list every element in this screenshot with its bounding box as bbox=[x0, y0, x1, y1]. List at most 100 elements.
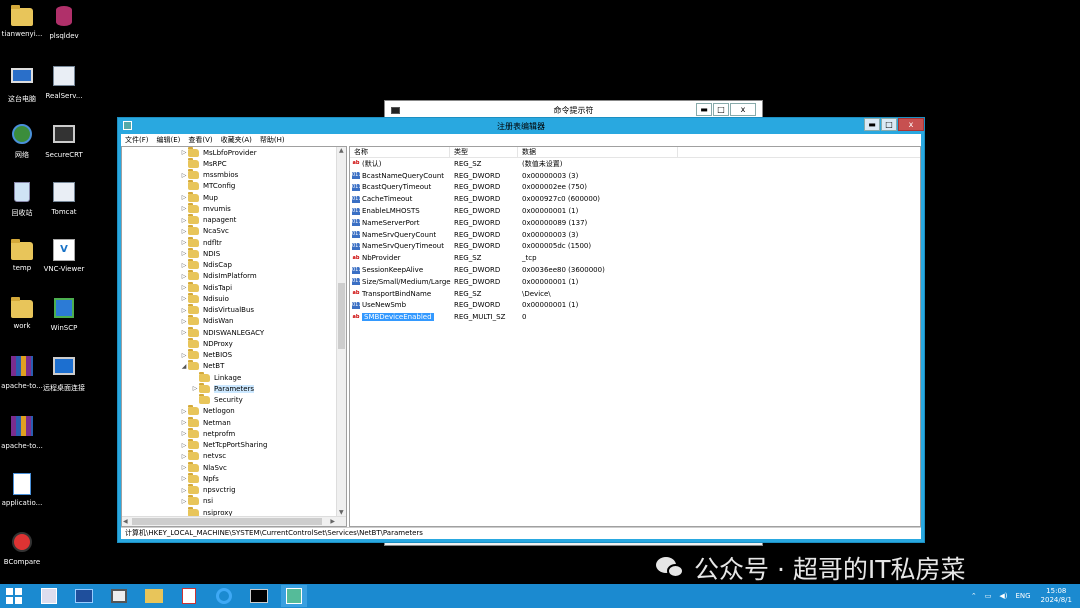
desktop-icon[interactable]: 远程桌面连接 bbox=[36, 354, 92, 393]
expand-arrow-icon[interactable]: ▷ bbox=[180, 205, 188, 212]
tree-node[interactable]: ▷ MsLbfoProvider bbox=[122, 147, 336, 158]
column-header-name[interactable]: 名称 bbox=[350, 147, 450, 157]
scroll-right-icon[interactable]: ▶ bbox=[330, 518, 335, 525]
tree-node[interactable]: ▷ Npfs bbox=[122, 472, 336, 484]
taskbar-button[interactable] bbox=[281, 585, 307, 607]
cmd-close-button[interactable]: x bbox=[730, 103, 756, 116]
tree-node[interactable]: ▷ NetTcpPortSharing bbox=[122, 439, 336, 451]
tree-node[interactable]: ▷ NdisTapi bbox=[122, 281, 336, 293]
tree-node[interactable]: ▷ netvsc bbox=[122, 450, 336, 462]
tree-node[interactable]: ▷ NetBIOS bbox=[122, 349, 336, 361]
expand-arrow-icon[interactable]: ▷ bbox=[180, 352, 188, 359]
expand-arrow-icon[interactable]: ▷ bbox=[180, 149, 188, 156]
expand-arrow-icon[interactable]: ▷ bbox=[180, 217, 188, 224]
tree-node[interactable]: ◢ NetBT bbox=[122, 360, 336, 372]
expand-arrow-icon[interactable]: ▷ bbox=[180, 498, 188, 505]
value-row[interactable]: 011 Size/Small/Medium/Large REG_DWORD 0x000… bbox=[350, 276, 920, 288]
expand-arrow-icon[interactable]: ▷ bbox=[180, 273, 188, 280]
expand-arrow-icon[interactable]: ▷ bbox=[180, 307, 188, 314]
taskbar-button[interactable] bbox=[246, 585, 272, 607]
expand-arrow-icon[interactable]: ▷ bbox=[180, 228, 188, 235]
desktop-icon[interactable]: BCompare bbox=[0, 530, 50, 566]
expanded-arrow-icon[interactable]: ◢ bbox=[180, 363, 188, 370]
taskbar-button[interactable] bbox=[176, 585, 202, 607]
tree-hscroll-thumb[interactable] bbox=[132, 518, 322, 525]
value-row[interactable]: 011 EnableLMHOSTS REG_DWORD 0x00000001 (1) bbox=[350, 205, 920, 217]
taskbar-button[interactable] bbox=[211, 585, 237, 607]
desktop-icon[interactable]: Tomcat bbox=[36, 180, 92, 216]
start-button[interactable] bbox=[6, 588, 22, 604]
value-row[interactable]: 011 SessionKeepAlive REG_DWORD 0x0036ee80 (… bbox=[350, 264, 920, 276]
menu-item[interactable]: 查看(V) bbox=[188, 135, 212, 145]
regedit-titlebar[interactable]: 注册表编辑器 ▬ □ x bbox=[118, 118, 924, 134]
tray-chevron-icon[interactable]: ⌃ bbox=[971, 592, 977, 600]
regedit-window[interactable]: 注册表编辑器 ▬ □ x 文件(F) 编辑(E) 查看(V) 收藏夹(A) 帮助(H) … bbox=[117, 117, 925, 543]
expand-arrow-icon[interactable]: ▷ bbox=[180, 442, 188, 449]
scroll-left-icon[interactable]: ◀ bbox=[123, 518, 128, 525]
desktop-icon[interactable]: V VNC-Viewer bbox=[36, 238, 92, 273]
expand-arrow-icon[interactable]: ▷ bbox=[180, 464, 188, 471]
expand-arrow-icon[interactable]: ▷ bbox=[180, 408, 188, 415]
tree-horizontal-scrollbar[interactable]: ◀ ▶ bbox=[122, 516, 346, 526]
regedit-minimize-button[interactable]: ▬ bbox=[864, 118, 880, 131]
tree-node[interactable]: ▷ netprofm bbox=[122, 427, 336, 439]
expand-arrow-icon[interactable]: ▷ bbox=[180, 329, 188, 336]
value-row[interactable]: 011 BcastNameQueryCount REG_DWORD 0x0000000… bbox=[350, 170, 920, 182]
tree-node[interactable]: Security bbox=[122, 394, 336, 406]
tree-node[interactable]: MsRPC bbox=[122, 157, 336, 169]
expand-arrow-icon[interactable]: ▷ bbox=[180, 430, 188, 437]
desktop-icon[interactable]: SecureCRT bbox=[36, 122, 92, 159]
clock[interactable]: 15:08 2024/8/1 bbox=[1041, 587, 1072, 605]
desktop-icon[interactable]: WinSCP bbox=[36, 296, 92, 332]
taskbar-button[interactable] bbox=[71, 585, 97, 607]
cmd-maximize-button[interactable]: □ bbox=[713, 103, 729, 116]
expand-arrow-icon[interactable]: ▷ bbox=[180, 295, 188, 302]
values-list-pane[interactable]: 名称 类型 数据 ab (默认) REG_SZ (数值未设置) 011 BcastName… bbox=[349, 146, 921, 527]
expand-arrow-icon[interactable]: ▷ bbox=[180, 284, 188, 291]
tree-node[interactable]: ▷ Mup bbox=[122, 191, 336, 203]
expand-arrow-icon[interactable]: ▷ bbox=[180, 194, 188, 201]
tree-node[interactable]: ▷ Netlogon bbox=[122, 405, 336, 417]
tree-node[interactable]: ▷ NcaSvc bbox=[122, 225, 336, 237]
menu-item[interactable]: 帮助(H) bbox=[260, 135, 285, 145]
tree-vertical-scrollbar[interactable]: ▲ ▼ bbox=[336, 147, 346, 516]
tree-node[interactable]: ▷ Ndisuio bbox=[122, 292, 336, 304]
tree-node[interactable]: Linkage bbox=[122, 371, 336, 383]
tree-node[interactable]: ▷ ndfltr bbox=[122, 236, 336, 248]
tree-node[interactable]: ▷ NdisImPlatform bbox=[122, 270, 336, 282]
tree-scroll-thumb[interactable] bbox=[338, 283, 345, 349]
value-row[interactable]: ab SMBDeviceEnabled REG_MULTI_SZ 0 bbox=[350, 311, 920, 323]
tree-node[interactable]: ▷ NdisWan bbox=[122, 315, 336, 327]
tree-node[interactable]: ▷ mssmbios bbox=[122, 169, 336, 181]
value-row[interactable]: 011 NameServerPort REG_DWORD 0x00000089 (13… bbox=[350, 217, 920, 229]
tree-node[interactable]: ▷ NDISWANLEGACY bbox=[122, 326, 336, 338]
value-row[interactable]: ab NbProvider REG_SZ _tcp bbox=[350, 252, 920, 264]
tree-node[interactable]: MTConfig bbox=[122, 180, 336, 192]
tree-node[interactable]: ▷ Netman bbox=[122, 416, 336, 428]
tree-node[interactable]: ▷ npsvctrig bbox=[122, 484, 336, 496]
value-row[interactable]: 011 BcastQueryTimeout REG_DWORD 0x000002ee … bbox=[350, 182, 920, 194]
cmd-minimize-button[interactable]: ▬ bbox=[696, 103, 712, 116]
tree-node[interactable]: ▷ NDIS bbox=[122, 247, 336, 259]
regedit-close-button[interactable]: x bbox=[898, 118, 924, 131]
expand-arrow-icon[interactable]: ▷ bbox=[180, 250, 188, 257]
expand-arrow-icon[interactable]: ▷ bbox=[191, 385, 199, 392]
desktop-icon[interactable]: applicatio... bbox=[0, 472, 50, 507]
desktop-icon[interactable]: apache-to... bbox=[0, 414, 50, 450]
desktop-icon[interactable]: plsqldev bbox=[36, 4, 92, 40]
tree-node[interactable]: ▷ Parameters bbox=[122, 382, 336, 394]
taskbar-button[interactable] bbox=[36, 585, 62, 607]
tree-node[interactable]: ▷ NlaSvc bbox=[122, 461, 336, 473]
value-row[interactable]: 011 NameSrvQueryCount REG_DWORD 0x00000003 … bbox=[350, 229, 920, 241]
tree-node[interactable]: NDProxy bbox=[122, 337, 336, 349]
tree-node[interactable]: ▷ NdisCap bbox=[122, 259, 336, 271]
tree-node[interactable]: ▷ nsi bbox=[122, 495, 336, 507]
expand-arrow-icon[interactable]: ▷ bbox=[180, 318, 188, 325]
expand-arrow-icon[interactable]: ▷ bbox=[180, 172, 188, 179]
scroll-up-icon[interactable]: ▲ bbox=[339, 147, 344, 154]
value-row[interactable]: ab (默认) REG_SZ (数值未设置) bbox=[350, 158, 920, 170]
taskbar-button[interactable] bbox=[141, 585, 167, 607]
input-language[interactable]: ENG bbox=[1015, 592, 1030, 600]
expand-arrow-icon[interactable]: ▷ bbox=[180, 487, 188, 494]
value-row[interactable]: 011 NameSrvQueryTimeout REG_DWORD 0x000005d… bbox=[350, 241, 920, 253]
